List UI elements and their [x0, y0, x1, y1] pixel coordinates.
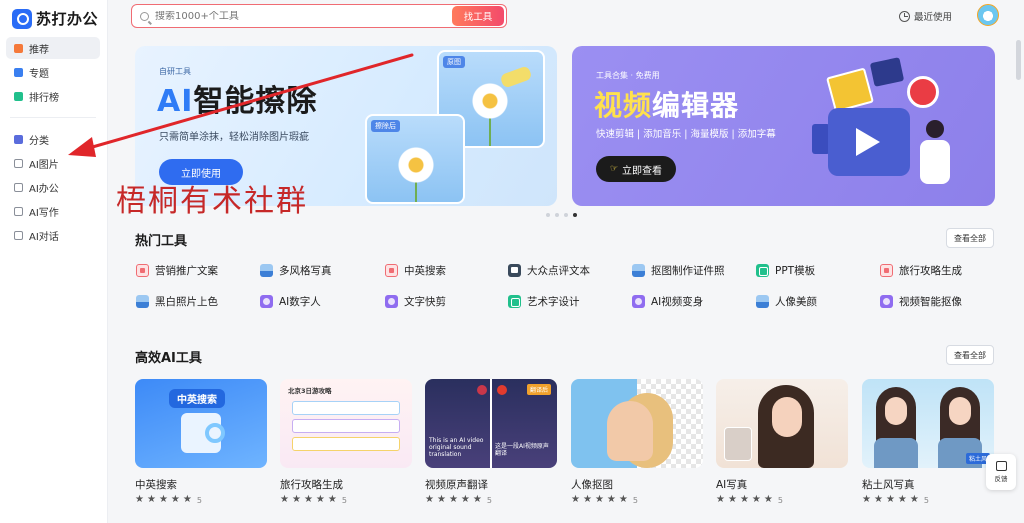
feedback-icon [995, 461, 1007, 471]
annotation-text: 梧桐有术社群 [116, 184, 308, 219]
scrollbar[interactable] [1016, 40, 1021, 80]
red-arrow-annotation [68, 53, 414, 157]
feedback-button[interactable]: 反馈 [986, 454, 1016, 490]
feedback-label: 反馈 [994, 475, 1008, 483]
